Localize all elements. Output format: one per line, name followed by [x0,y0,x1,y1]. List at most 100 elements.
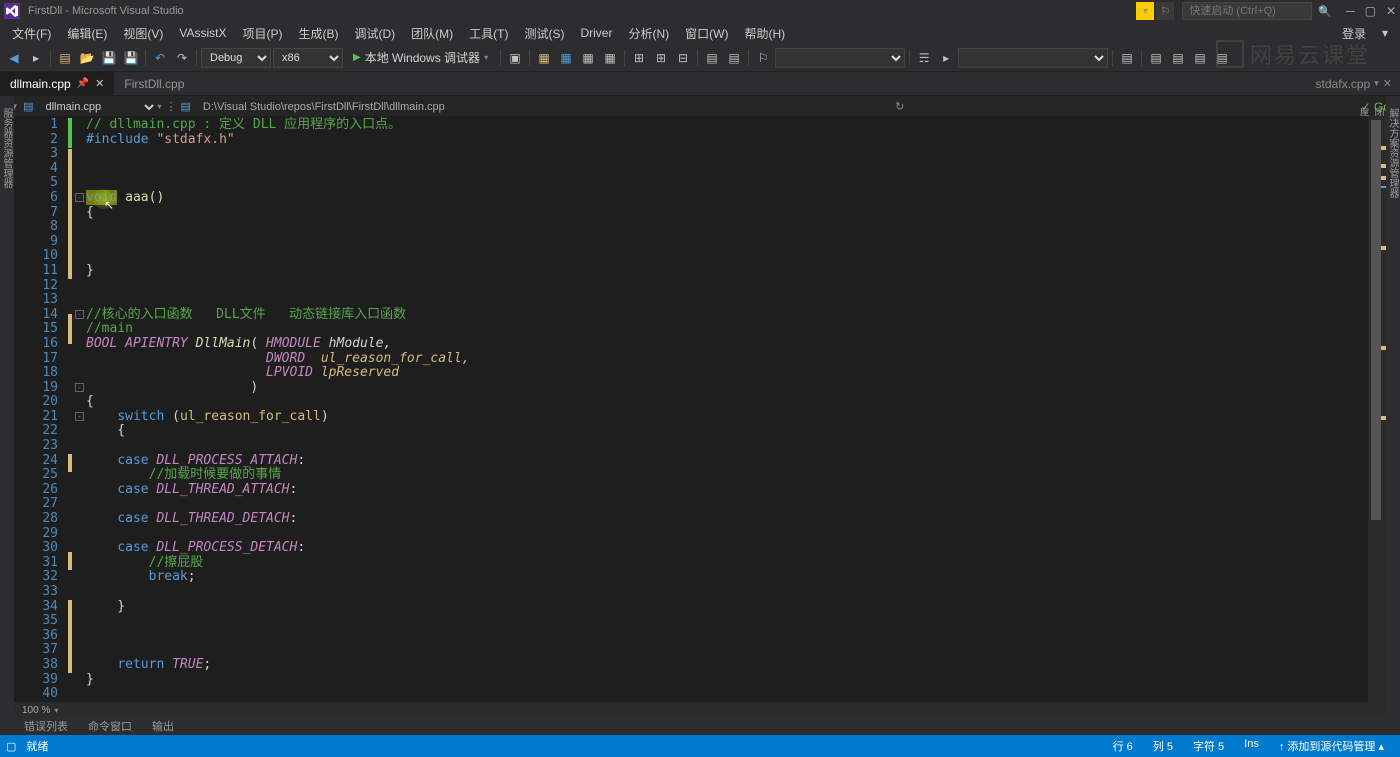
line-number-gutter: 1234567891011121314151617181920212223242… [14,116,68,702]
menu-view[interactable]: 视图(V) [115,23,171,44]
menu-file[interactable]: 文件(F) [4,23,59,44]
undo-button[interactable]: ↶ [150,48,170,68]
play-icon: ▶ [353,52,361,63]
tab-right-stdafx[interactable]: stdafx.cpp ▾ ✕ [1308,72,1400,95]
menubar: 文件(F) 编辑(E) 视图(V) VAssistX 项目(P) 生成(B) 调… [0,22,1400,44]
new-project-button[interactable]: ▤ [55,48,75,68]
open-button[interactable]: 📂 [77,48,97,68]
close-icon[interactable]: ✕ [95,77,104,90]
tb-icon-12[interactable]: ☴ [914,48,934,68]
find-combo[interactable] [775,48,905,68]
tab-label: dllmain.cpp [10,77,71,91]
nav-fwd-button[interactable]: ▸ [26,48,46,68]
solution-explorer-tab[interactable]: 解决方案资源管理器 [1385,104,1400,696]
breadcrumb-bar: ▴ ▾ ▤ dllmain.cpp ▾ ⋮ ▤ D:\Visual Studio… [0,96,1400,118]
quick-launch-input[interactable] [1182,2,1312,20]
tb-icon-1[interactable]: ▣ [505,48,525,68]
menu-build[interactable]: 生成(B) [290,23,346,44]
tb-icon-4[interactable]: ▦ [578,48,598,68]
tb-icon-2[interactable]: ▦ [534,48,554,68]
tb-icon-8[interactable]: ⊟ [673,48,693,68]
tb-icon-5[interactable]: ▦ [600,48,620,68]
tb-icon-7[interactable]: ⊞ [651,48,671,68]
menu-test[interactable]: 测试(S) [516,23,572,44]
config-select[interactable]: Debug [201,48,271,68]
tab-firstdll[interactable]: FirstDll.cpp [114,72,194,95]
maximize-button[interactable]: ▢ [1365,4,1376,18]
watermark: 网易云课堂 [1216,38,1370,70]
right-panel-tabs: 解决方案资源管理器 团队资源管理器 属性 [1386,96,1400,696]
minimize-button[interactable]: ─ [1346,4,1355,18]
tb-icon-13[interactable]: ▸ [936,48,956,68]
tb-icon-6[interactable]: ⊞ [629,48,649,68]
thread-combo[interactable] [958,48,1108,68]
status-icon: ▢ [6,740,16,753]
breadcrumb-path: D:\Visual Studio\repos\FirstDll\FirstDll… [203,101,445,113]
tb-icon-10[interactable]: ▤ [724,48,744,68]
tb-icon-16[interactable]: ▤ [1168,48,1188,68]
fold-strip: - - - - [74,116,86,702]
menu-help[interactable]: 帮助(H) [736,23,793,44]
vertical-scrollbar[interactable] [1368,116,1386,702]
output-tab[interactable]: 输出 [142,717,184,735]
redo-button[interactable]: ↷ [172,48,192,68]
tab-label: FirstDll.cpp [124,77,184,91]
feedback-flag-icon[interactable]: ⚐ [1156,2,1174,20]
tb-icon-3[interactable]: ▦ [556,48,576,68]
status-line: 行 6 [1103,738,1143,754]
tab-dllmain[interactable]: dllmain.cpp 📌 ✕ [0,72,114,95]
search-icon[interactable]: 🔍 [1318,5,1332,18]
notification-badge-icon[interactable]: ▾ [1136,2,1154,20]
fold-toggle[interactable]: - [75,412,84,421]
user-dropdown-icon[interactable]: ▾ [1374,26,1396,40]
status-ready: 就绪 [16,738,58,754]
status-ins: Ins [1234,738,1269,754]
window-title: FirstDll - Microsoft Visual Studio [28,5,184,17]
tb-icon-9[interactable]: ▤ [702,48,722,68]
fold-toggle[interactable]: - [75,193,84,202]
history-icon[interactable]: ↻ [895,100,904,113]
status-scm[interactable]: ↑ 添加到源代码管理 ▴ [1269,738,1394,754]
tb-icon-14[interactable]: ▤ [1117,48,1137,68]
save-all-button[interactable]: 💾 [121,48,141,68]
left-panel-tabs: 服务器资源管理器 工具箱 [0,96,14,696]
fold-toggle[interactable]: - [75,383,84,392]
pin-icon[interactable]: 📌 [77,78,89,89]
file-icon: ▤ [23,100,33,113]
titlebar: FirstDll - Microsoft Visual Studio ▾ ⚐ 🔍… [0,0,1400,22]
menu-team[interactable]: 团队(M) [403,23,461,44]
error-list-tab[interactable]: 错误列表 [14,717,78,735]
zoom-dropdown-icon[interactable]: ▾ [54,706,58,715]
output-panel-tabs: 错误列表 命令窗口 输出 [14,717,1386,735]
path-file-icon: ▤ [180,100,190,113]
menu-driver[interactable]: Driver [572,24,620,42]
menu-analyze[interactable]: 分析(N) [620,23,677,44]
code-editor[interactable]: 1234567891011121314151617181920212223242… [14,116,1386,702]
tb-icon-15[interactable]: ▤ [1146,48,1166,68]
tb-icon-11[interactable]: ⚐ [753,48,773,68]
menu-tools[interactable]: 工具(T) [461,23,516,44]
toolbar: ◀ ▸ ▤ 📂 💾 💾 ↶ ↷ Debug x86 ▶ 本地 Windows 调… [0,44,1400,72]
menu-window[interactable]: 窗口(W) [677,23,736,44]
command-window-tab[interactable]: 命令窗口 [78,717,142,735]
status-col: 列 5 [1143,738,1183,754]
file-combo[interactable]: dllmain.cpp [37,100,157,114]
zoom-level[interactable]: 100 % [18,705,54,716]
server-explorer-tab[interactable]: 服务器资源管理器 [0,104,14,696]
menu-vassistx[interactable]: VAssistX [171,24,234,42]
start-debug-button[interactable]: ▶ 本地 Windows 调试器 ▾ [345,48,496,68]
save-button[interactable]: 💾 [99,48,119,68]
tb-icon-17[interactable]: ▤ [1190,48,1210,68]
status-char: 字符 5 [1183,738,1234,754]
watermark-logo-icon [1216,40,1244,68]
vs-logo-icon [4,3,20,19]
separator-icon: ⋮ [165,100,176,113]
nav-back-button[interactable]: ◀ [4,48,24,68]
platform-select[interactable]: x86 [273,48,343,68]
menu-project[interactable]: 项目(P) [234,23,290,44]
fold-toggle[interactable]: - [75,310,84,319]
menu-edit[interactable]: 编辑(E) [59,23,115,44]
menu-debug[interactable]: 调试(D) [346,23,403,44]
close-button[interactable]: ✕ [1386,4,1396,18]
code-text-area[interactable]: // dllmain.cpp : 定义 DLL 应用程序的入口点。#includ… [86,116,1386,702]
